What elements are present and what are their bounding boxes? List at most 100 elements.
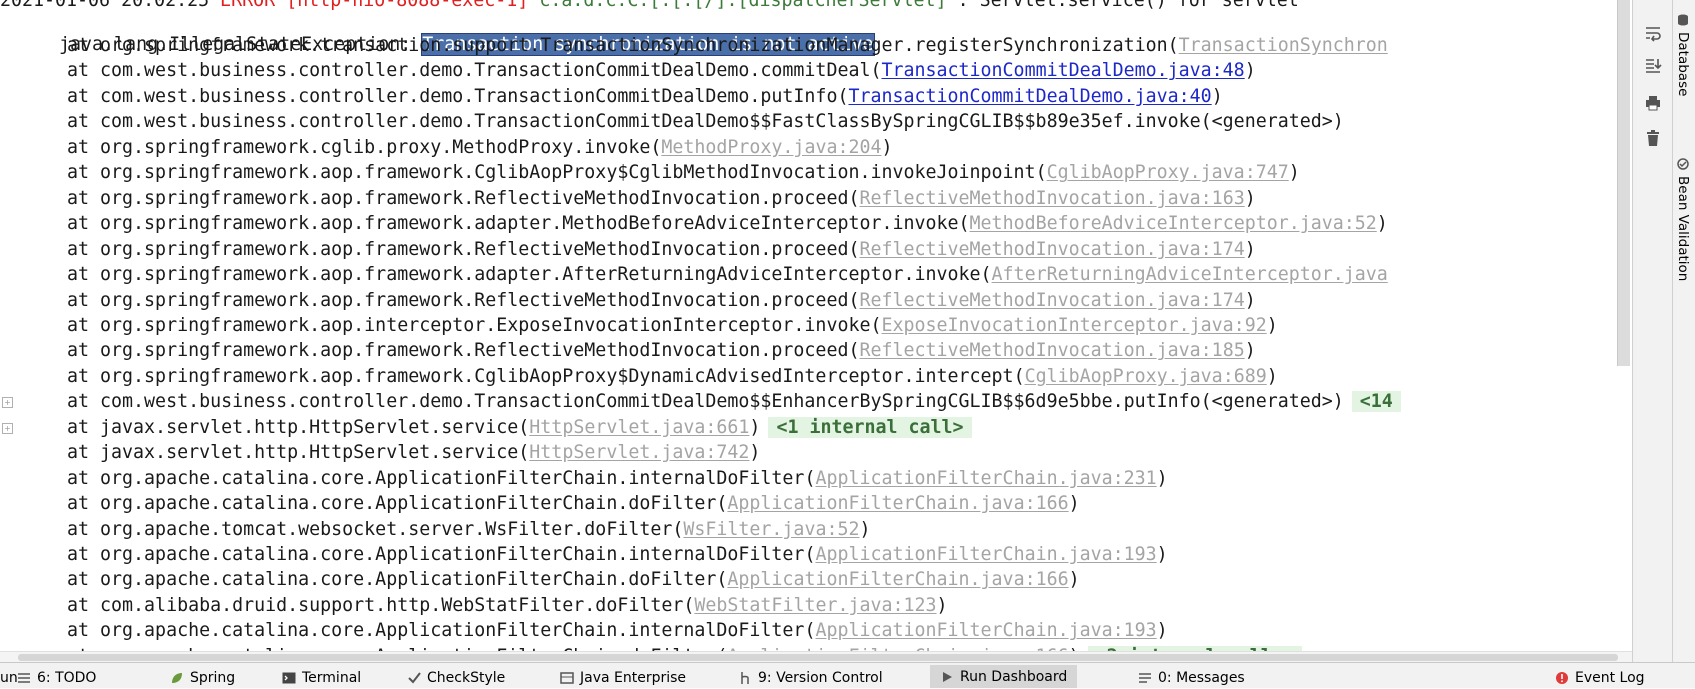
stack-frame-line[interactable]: at javax.servlet.http.HttpServlet.servic… (0, 415, 972, 440)
source-link[interactable]: TransactionCommitDealDemo.java:48 (881, 60, 1244, 81)
source-link[interactable]: ApplicationFilterChain.java:166 (727, 569, 1068, 590)
trash-icon[interactable] (1643, 128, 1663, 148)
source-link[interactable]: AfterReturningAdviceInterceptor.java (992, 264, 1388, 285)
source-link[interactable]: ReflectiveMethodInvocation.java:174 (859, 239, 1244, 260)
bottom-tab-label: 9: Version Control (758, 670, 883, 686)
soft-wrap-icon[interactable] (1643, 23, 1663, 43)
print-icon[interactable] (1643, 93, 1663, 113)
side-tab-bean-validation[interactable]: Bean Validation (1675, 158, 1691, 281)
at-keyword: at (67, 35, 101, 56)
bottom-tab-run[interactable]: un (0, 668, 18, 688)
bottom-tab-checkstyle[interactable]: CheckStyle (407, 668, 505, 688)
side-tab-label: Database (1675, 32, 1691, 97)
source-link[interactable]: ReflectiveMethodInvocation.java:185 (859, 340, 1244, 361)
stack-frame-line[interactable]: at org.apache.catalina.core.ApplicationF… (0, 618, 1168, 643)
at-keyword: at (67, 289, 101, 311)
stack-frame-line[interactable]: at org.springframework.aop.framework.Ref… (0, 186, 1256, 211)
stack-frame-line[interactable]: at org.springframework.aop.framework.Ref… (0, 237, 1256, 262)
console-output[interactable]: 2021-01-06 20:02:25 ERROR [http-nio-8088… (0, 0, 1632, 662)
source-link[interactable]: ApplicationFilterChain.java:166 (727, 493, 1068, 514)
horizontal-scrollbar-thumb[interactable] (18, 654, 1618, 661)
frame-method: org.apache.catalina.core.ApplicationFilt… (100, 620, 805, 642)
source-link[interactable]: TransactionSynchron (1179, 35, 1388, 56)
frame-method: org.springframework.aop.framework.Reflec… (100, 289, 849, 311)
at-keyword: at (67, 467, 101, 489)
internal-calls-badge[interactable]: <1 internal call> (768, 416, 972, 438)
bottom-tab-label: 6: TODO (37, 670, 97, 686)
stack-frame-line[interactable]: at org.springframework.aop.framework.Cgl… (0, 364, 1278, 389)
vertical-scrollbar[interactable] (1617, 0, 1630, 366)
bottom-tab-label: Terminal (302, 670, 362, 686)
at-keyword: at (67, 569, 101, 591)
stack-frame-line[interactable]: at org.apache.catalina.core.ApplicationF… (0, 542, 1168, 567)
frame-method: org.springframework.aop.framework.Reflec… (100, 187, 849, 209)
stack-frame-line[interactable]: at org.apache.catalina.core.ApplicationF… (0, 567, 1080, 592)
stack-frame-line[interactable]: at org.springframework.aop.framework.ada… (0, 262, 1388, 287)
stack-frame-line[interactable]: at org.springframework.transaction.suppo… (0, 33, 1388, 58)
stack-frame-line[interactable]: at org.springframework.aop.framework.Ref… (0, 288, 1256, 313)
at-keyword: at (67, 620, 101, 642)
frame-method: com.west.business.controller.demo.Transa… (100, 391, 1201, 413)
source-link[interactable]: CglibAopProxy.java:689 (1025, 366, 1267, 387)
stack-frame-line[interactable]: at com.west.business.controller.demo.Tra… (0, 84, 1223, 109)
source-link[interactable]: ReflectiveMethodInvocation.java:163 (859, 188, 1244, 209)
bottom-tab-spring[interactable]: Spring (170, 668, 235, 688)
bottom-tab-messages[interactable]: 0: Messages (1138, 668, 1245, 688)
stack-frame-line[interactable]: at com.west.business.controller.demo.Tra… (0, 109, 1344, 134)
bottom-tab-todo[interactable]: 6: TODO (17, 668, 96, 688)
scroll-to-end-icon[interactable] (1643, 55, 1663, 75)
stack-frame-line[interactable]: at com.west.business.controller.demo.Tra… (0, 389, 1401, 414)
java-enterprise-icon (560, 671, 574, 685)
frame-method: org.springframework.aop.framework.adapte… (100, 213, 959, 235)
stack-frame-line[interactable]: at javax.servlet.http.HttpServlet.servic… (0, 440, 760, 465)
source-link[interactable]: HttpServlet.java:742 (529, 442, 749, 463)
at-keyword: at (67, 238, 101, 260)
spring-icon (170, 671, 184, 685)
frame-method: com.alibaba.druid.support.http.WebStatFi… (100, 594, 684, 616)
right-tool-window-stripe: Database Bean Validation (1672, 0, 1695, 662)
exception-line[interactable]: java.lang.IllegalStateException: Transac… (15, 7, 875, 56)
source-link[interactable]: WsFilter.java:52 (683, 519, 859, 540)
messages-icon (1138, 671, 1152, 685)
source-link[interactable]: TransactionCommitDealDemo.java:40 (848, 86, 1211, 107)
source-link[interactable]: MethodProxy.java:204 (661, 137, 881, 158)
frame-method: org.springframework.cglib.proxy.MethodPr… (100, 136, 651, 158)
source-link[interactable]: HttpServlet.java:661 (529, 417, 749, 438)
side-tab-database[interactable]: Database (1675, 14, 1691, 96)
source-link[interactable]: ReflectiveMethodInvocation.java:174 (859, 290, 1244, 311)
bottom-tab-terminal[interactable]: Terminal (282, 668, 361, 688)
frame-method: org.apache.catalina.core.ApplicationFilt… (100, 493, 717, 515)
frame-method: org.apache.catalina.core.ApplicationFilt… (100, 544, 805, 565)
bottom-tab-event-log[interactable]: Event Log (1555, 668, 1645, 688)
source-link[interactable]: ApplicationFilterChain.java:193 (815, 544, 1156, 565)
stack-frame-line[interactable]: at com.alibaba.druid.support.http.WebSta… (0, 593, 948, 618)
stack-frame-line[interactable]: at org.apache.catalina.core.ApplicationF… (0, 466, 1168, 491)
frame-method: javax.servlet.http.HttpServlet.service (100, 442, 519, 464)
frame-method: org.springframework.transaction.support.… (100, 35, 1168, 56)
source-link[interactable]: ApplicationFilterChain.java:193 (815, 620, 1156, 641)
internal-calls-badge[interactable]: <14 (1351, 391, 1401, 413)
source-link[interactable]: CglibAopProxy.java:747 (1047, 162, 1289, 183)
bottom-tab-label: un (0, 670, 18, 686)
source-link[interactable]: ExposeInvocationInterceptor.java:92 (881, 315, 1266, 336)
at-keyword: at (67, 594, 101, 616)
frame-method: com.west.business.controller.demo.Transa… (100, 111, 1201, 133)
stack-frame-line[interactable]: at org.springframework.aop.framework.Ref… (0, 338, 1256, 363)
stack-frame-line[interactable]: at org.springframework.aop.interceptor.E… (0, 313, 1278, 338)
stack-frame-line[interactable]: at org.apache.tomcat.websocket.server.Ws… (0, 517, 871, 542)
bottom-tab-run-dashboard[interactable]: Run Dashboard (930, 665, 1078, 688)
stack-frame-line[interactable]: at org.apache.catalina.core.ApplicationF… (0, 491, 1080, 516)
source-link[interactable]: WebStatFilter.java:123 (694, 595, 936, 616)
bottom-tab-java-enterprise[interactable]: Java Enterprise (560, 668, 686, 688)
stack-frame-line[interactable]: at com.west.business.controller.demo.Tra… (0, 58, 1256, 83)
at-keyword: at (67, 391, 101, 413)
todo-icon (17, 671, 31, 685)
bottom-tab-version-control[interactable]: 9: Version Control (738, 668, 883, 688)
source-link[interactable]: ApplicationFilterChain.java:231 (815, 468, 1156, 489)
stack-frame-line[interactable]: at org.springframework.aop.framework.ada… (0, 211, 1388, 236)
stack-frame-line[interactable]: at org.springframework.cglib.proxy.Metho… (0, 135, 893, 160)
at-keyword: at (67, 136, 101, 158)
source-link[interactable]: MethodBeforeAdviceInterceptor.java:52 (970, 213, 1377, 234)
frame-method: org.springframework.aop.framework.CglibA… (100, 365, 1014, 387)
stack-frame-line[interactable]: at org.springframework.aop.framework.Cgl… (0, 160, 1300, 185)
